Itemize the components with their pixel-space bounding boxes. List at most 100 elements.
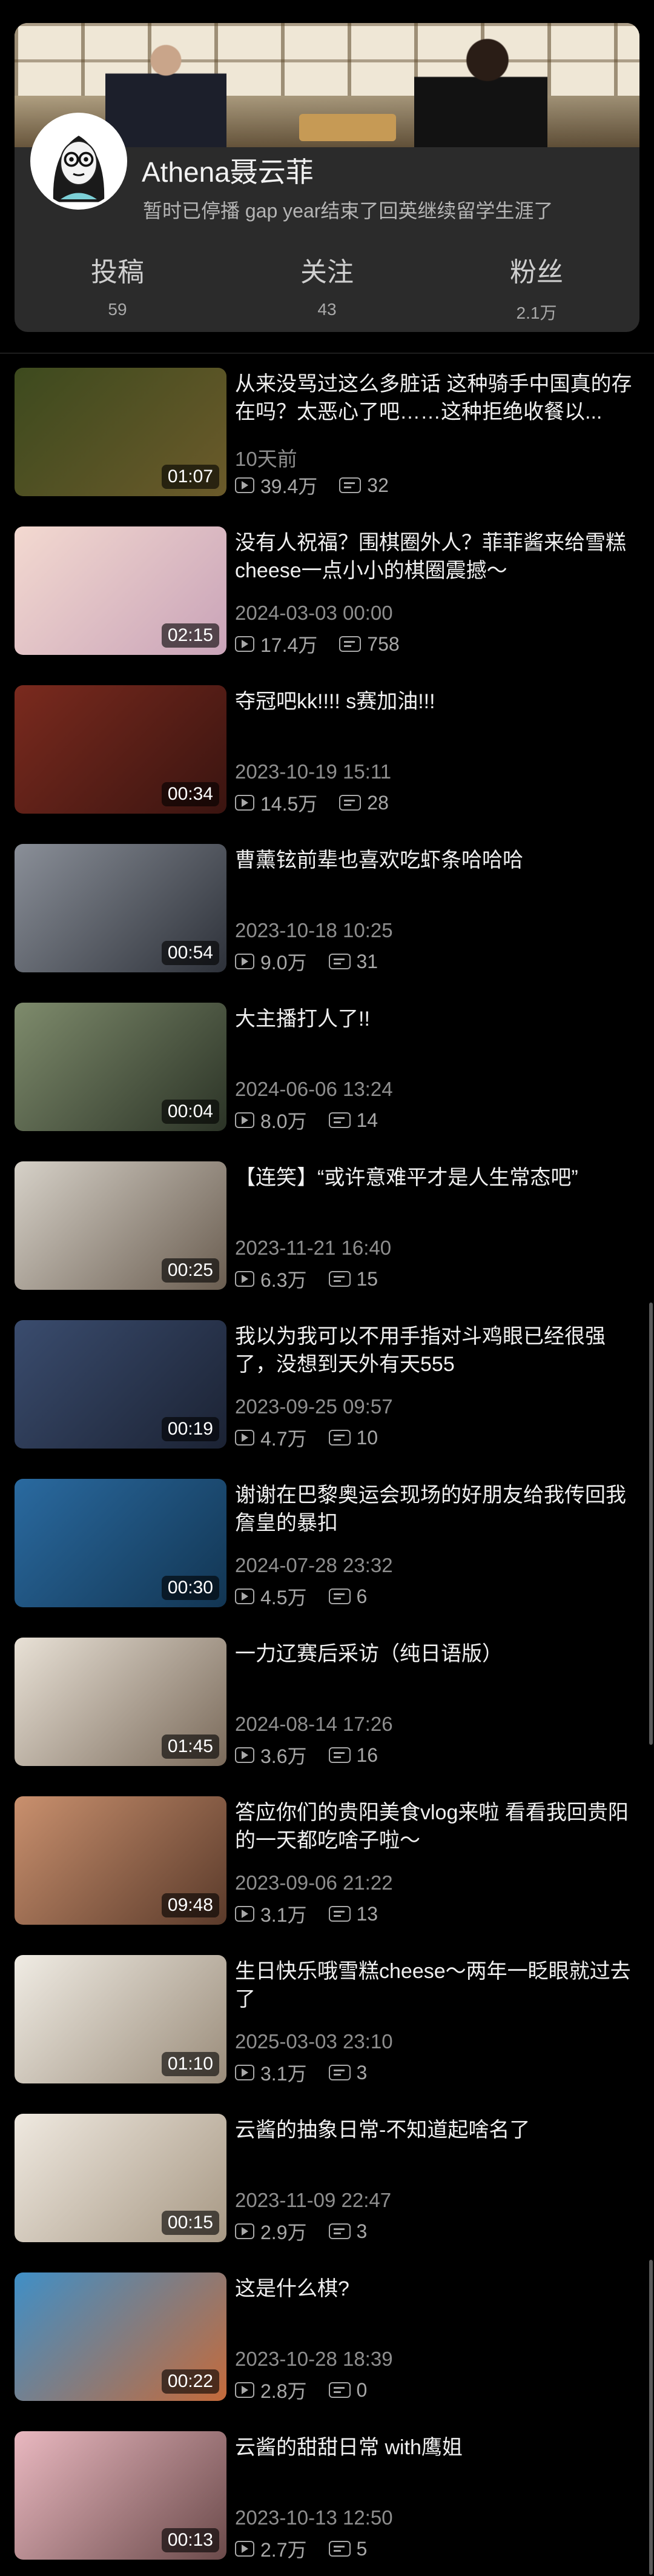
stat-following-label: 关注 bbox=[300, 257, 354, 287]
stat-following[interactable]: 关注 43 bbox=[236, 250, 418, 319]
comment-icon bbox=[328, 2382, 351, 2398]
video-duration: 00:15 bbox=[161, 2211, 219, 2235]
stat-followers-value: 2.1万 bbox=[516, 304, 557, 322]
video-item[interactable]: 09:48 答应你们的贵阳美食vlog来啦 看看我回贵阳的一天都吃啥子啦～ 2023… bbox=[15, 1796, 639, 1927]
video-views: 17.4万 bbox=[260, 634, 318, 656]
video-thumbnail[interactable]: 00:25 bbox=[15, 1161, 226, 1290]
video-thumbnail[interactable]: 02:15 bbox=[15, 526, 226, 655]
video-title[interactable]: 【连笑】“或许意难平才是人生常态吧” bbox=[235, 1164, 635, 1192]
video-duration: 00:30 bbox=[161, 1576, 219, 1600]
video-date: 2025-03-03 23:10 bbox=[235, 2030, 393, 2053]
play-count-icon bbox=[235, 2065, 254, 2080]
video-thumbnail[interactable]: 00:04 bbox=[15, 1003, 226, 1131]
video-item[interactable]: 00:13 云酱的甜甜日常 with鹰姐 2023-10-13 12:50 2.7万 5 bbox=[15, 2431, 639, 2561]
video-comments: 31 bbox=[356, 950, 378, 972]
video-views: 8.0万 bbox=[260, 1110, 307, 1132]
video-thumbnail[interactable]: 01:10 bbox=[15, 1955, 226, 2083]
video-thumbnail[interactable]: 01:45 bbox=[15, 1638, 226, 1766]
video-views: 9.0万 bbox=[260, 952, 307, 974]
video-views: 3.1万 bbox=[260, 1904, 307, 1926]
video-comments: 3 bbox=[356, 2061, 368, 2083]
video-date: 2024-06-06 13:24 bbox=[235, 1078, 393, 1100]
video-thumbnail[interactable]: 00:13 bbox=[15, 2431, 226, 2560]
scrollbar-thumb[interactable] bbox=[649, 1303, 653, 1745]
video-thumbnail[interactable]: 00:30 bbox=[15, 1479, 226, 1607]
video-comments: 16 bbox=[356, 1744, 378, 1766]
video-item[interactable]: 00:19 我以为我可以不用手指对斗鸡眼已经很强了，没想到天外有天555 2023-… bbox=[15, 1320, 639, 1450]
stat-followers-label: 粉丝 bbox=[510, 257, 563, 287]
video-duration: 01:45 bbox=[161, 1734, 219, 1759]
video-title[interactable]: 从来没骂过这么多脏话 这种骑手中国真的存在吗？太恶心了吧……这种拒绝收餐以... bbox=[235, 370, 635, 426]
video-item[interactable]: 00:22 这是什么棋? 2023-10-28 18:39 2.8万 0 bbox=[15, 2272, 639, 2403]
video-duration: 00:04 bbox=[161, 1100, 219, 1124]
video-item[interactable]: 01:10 生日快乐哦雪糕cheese～两年一眨眼就过去了 2025-03-03 2… bbox=[15, 1955, 639, 2085]
video-item[interactable]: 00:25 【连笑】“或许意难平才是人生常态吧” 2023-11-21 16:40 6… bbox=[15, 1161, 639, 1292]
video-stats: 4.7万 10 bbox=[235, 1426, 378, 1450]
comment-icon bbox=[328, 1906, 351, 1922]
comment-icon bbox=[328, 1430, 351, 1446]
video-stats: 2.8万 0 bbox=[235, 2378, 367, 2402]
video-title[interactable]: 答应你们的贵阳美食vlog来啦 看看我回贵阳的一天都吃啥子啦～ bbox=[235, 1799, 635, 1854]
video-comments: 3 bbox=[356, 2220, 368, 2242]
section-divider bbox=[0, 353, 654, 354]
video-title[interactable]: 曹薰铉前辈也喜欢吃虾条哈哈哈 bbox=[235, 846, 635, 874]
play-count-icon bbox=[235, 1747, 254, 1763]
video-duration: 01:07 bbox=[161, 465, 219, 489]
video-title[interactable]: 云酱的甜甜日常 with鹰姐 bbox=[235, 2434, 635, 2461]
video-title[interactable]: 这是什么棋? bbox=[235, 2275, 635, 2303]
video-stats: 2.7万 5 bbox=[235, 2537, 367, 2561]
video-item[interactable]: 00:34 夺冠吧kk!!!! s赛加油!!! 2023-10-19 15:11 14… bbox=[15, 685, 639, 815]
video-stats: 9.0万 31 bbox=[235, 949, 378, 974]
stat-uploads[interactable]: 投稿 59 bbox=[27, 250, 208, 319]
avatar[interactable] bbox=[30, 113, 127, 210]
video-title[interactable]: 夺冠吧kk!!!! s赛加油!!! bbox=[235, 688, 635, 715]
play-count-icon bbox=[235, 636, 254, 652]
video-item[interactable]: 01:07 从来没骂过这么多脏话 这种骑手中国真的存在吗？太恶心了吧……这种拒绝收… bbox=[15, 368, 639, 498]
video-comments: 15 bbox=[356, 1267, 378, 1290]
video-thumbnail[interactable]: 00:34 bbox=[15, 685, 226, 814]
video-title[interactable]: 云酱的抽象日常-不知道起啥名了 bbox=[235, 2116, 635, 2144]
video-views: 4.7万 bbox=[260, 1428, 307, 1450]
video-thumbnail[interactable]: 00:22 bbox=[15, 2272, 226, 2401]
video-duration: 00:25 bbox=[161, 1258, 219, 1283]
video-title[interactable]: 生日快乐哦雪糕cheese～两年一眨眼就过去了 bbox=[235, 1957, 635, 2013]
comment-icon bbox=[328, 1112, 351, 1128]
video-duration: 00:54 bbox=[161, 941, 219, 965]
video-item[interactable]: 00:30 谢谢在巴黎奥运会现场的好朋友给我传回我詹皇的暴扣 2024-07-28 … bbox=[15, 1479, 639, 1609]
video-thumbnail[interactable]: 00:15 bbox=[15, 2114, 226, 2242]
video-comments: 28 bbox=[367, 791, 389, 814]
video-thumbnail[interactable]: 09:48 bbox=[15, 1796, 226, 1925]
video-item[interactable]: 00:04 大主播打人了!! 2024-06-06 13:24 8.0万 14 bbox=[15, 1003, 639, 1133]
video-item[interactable]: 02:15 没有人祝福？围棋圈外人？菲菲酱来给雪糕cheese一点小小的棋圈震撼～… bbox=[15, 526, 639, 657]
video-thumbnail[interactable]: 00:54 bbox=[15, 844, 226, 972]
video-thumbnail[interactable]: 00:19 bbox=[15, 1320, 226, 1449]
play-count-icon bbox=[235, 1430, 254, 1446]
comment-icon bbox=[328, 2065, 351, 2080]
stat-following-value: 43 bbox=[317, 300, 337, 319]
video-views: 6.3万 bbox=[260, 1269, 307, 1291]
video-thumbnail[interactable]: 01:07 bbox=[15, 368, 226, 496]
play-count-icon bbox=[235, 1271, 254, 1287]
video-views: 14.5万 bbox=[260, 793, 318, 815]
video-date: 2023-11-09 22:47 bbox=[235, 2189, 392, 2211]
video-stats: 4.5万 6 bbox=[235, 1584, 367, 1608]
video-title[interactable]: 大主播打人了!! bbox=[235, 1005, 635, 1033]
video-item[interactable]: 00:15 云酱的抽象日常-不知道起啥名了 2023-11-09 22:47 2.9万… bbox=[15, 2114, 639, 2244]
video-title[interactable]: 没有人祝福？围棋圈外人？菲菲酱来给雪糕cheese一点小小的棋圈震撼～ bbox=[235, 529, 635, 585]
video-duration: 00:13 bbox=[161, 2528, 219, 2552]
video-stats: 3.1万 13 bbox=[235, 1902, 378, 1926]
video-item[interactable]: 01:45 一力辽赛后采访（纯日语版） 2024-08-14 17:26 3.6万 16 bbox=[15, 1638, 639, 1768]
video-title[interactable]: 我以为我可以不用手指对斗鸡眼已经很强了，没想到天外有天555 bbox=[235, 1323, 635, 1378]
scrollbar-thumb-lower[interactable] bbox=[649, 2260, 653, 2575]
video-item[interactable]: 00:54 曹薰铉前辈也喜欢吃虾条哈哈哈 2023-10-18 10:25 9.0万 3… bbox=[15, 844, 639, 974]
video-title[interactable]: 谢谢在巴黎奥运会现场的好朋友给我传回我詹皇的暴扣 bbox=[235, 1481, 635, 1537]
video-duration: 02:15 bbox=[161, 623, 219, 648]
video-comments: 14 bbox=[356, 1109, 378, 1131]
stat-uploads-label: 投稿 bbox=[91, 257, 144, 287]
video-duration: 00:19 bbox=[161, 1417, 219, 1441]
video-date: 10天前 bbox=[235, 448, 297, 470]
stat-followers[interactable]: 粉丝 2.1万 bbox=[446, 250, 627, 324]
video-title[interactable]: 一力辽赛后采访（纯日语版） bbox=[235, 1640, 635, 1668]
video-views: 3.1万 bbox=[260, 2063, 307, 2085]
video-stats: 3.1万 3 bbox=[235, 2060, 367, 2085]
